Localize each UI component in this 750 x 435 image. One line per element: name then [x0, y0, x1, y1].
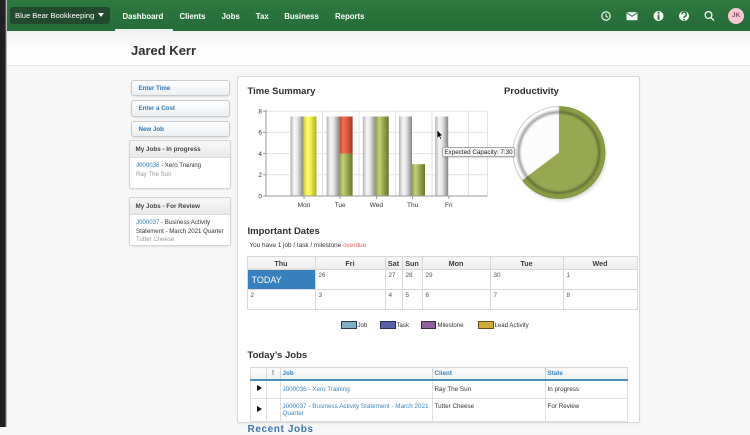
svg-text:8: 8: [258, 109, 262, 116]
svg-text:Tue: Tue: [335, 202, 346, 209]
svg-text:Thu: Thu: [407, 202, 419, 209]
svg-text:2: 2: [258, 172, 262, 179]
svg-text:4: 4: [258, 151, 262, 158]
svg-text:0: 0: [258, 193, 262, 200]
svg-text:Fri: Fri: [445, 202, 453, 209]
svg-text:6: 6: [258, 130, 262, 137]
svg-text:Wed: Wed: [370, 202, 384, 209]
svg-text:Mon: Mon: [298, 202, 311, 209]
